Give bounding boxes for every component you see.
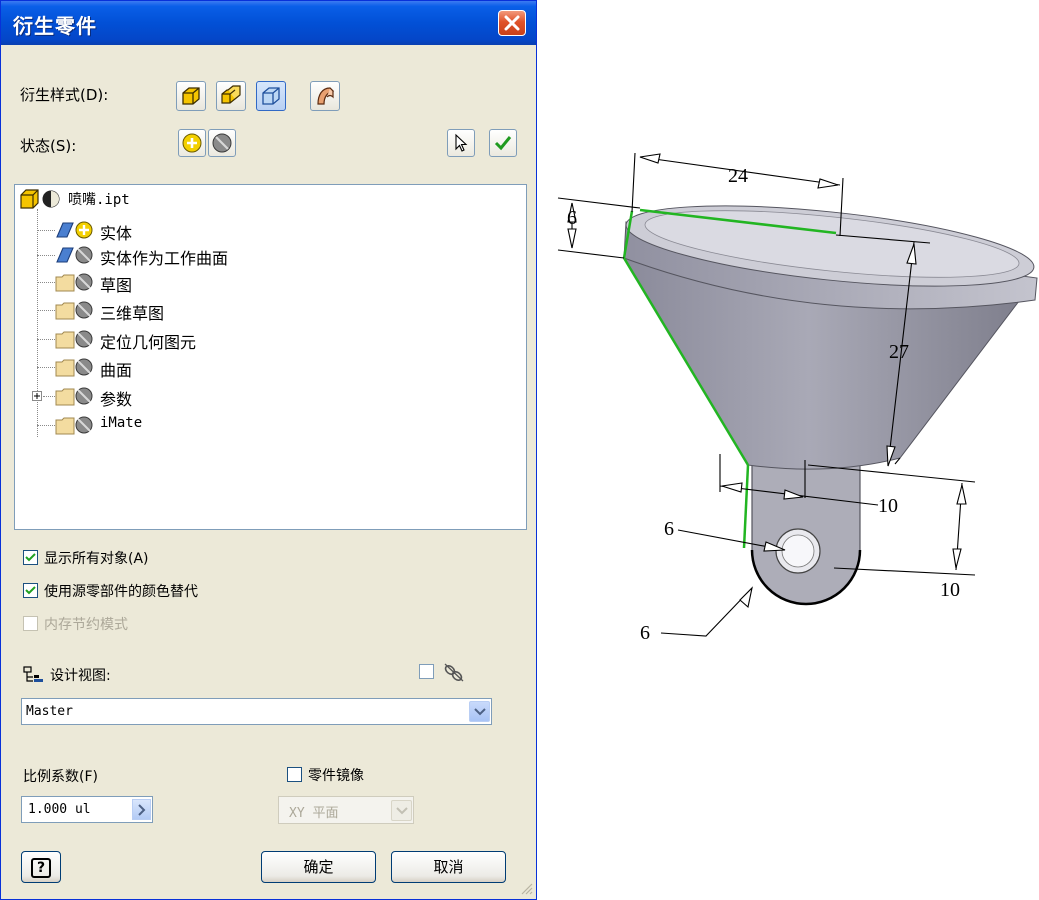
check-icon [494, 136, 512, 151]
surface-body-icon [262, 87, 280, 105]
derive-style-keep-seams-button[interactable] [216, 81, 246, 111]
solid-body-icon [56, 221, 93, 239]
derived-part-dialog: 衍生零件 衍生样式(D): 状态(S): 喷嘴.ipt 实体 实体作为工作曲面 … [0, 0, 537, 900]
cancel-button[interactable]: 取消 [391, 851, 506, 883]
tree-item-label: 曲面 [100, 361, 133, 380]
plus-icon [34, 393, 40, 399]
design-view-icon [23, 666, 43, 682]
mirror-plane-combo: XY 平面 [278, 796, 414, 824]
derive-style-composite-button[interactable] [310, 81, 340, 111]
ok-button[interactable]: 确定 [261, 851, 376, 883]
folder-icon [55, 358, 93, 377]
tree-item-label: 实体 [100, 224, 133, 243]
memory-saving-checkbox [23, 616, 38, 631]
close-button[interactable] [498, 10, 526, 36]
pointer-icon [455, 133, 468, 152]
composite-feature-icon [317, 87, 335, 105]
folder-icon [55, 330, 93, 349]
chevron-down-icon [396, 807, 408, 815]
tree-item-label: 草图 [100, 276, 133, 295]
derive-style-label: 衍生样式(D): [20, 86, 109, 104]
design-view-dropdown-button[interactable] [469, 701, 490, 722]
dim-text-6-hole: 6 [664, 518, 674, 540]
component-tree[interactable]: 喷嘴.ipt 实体 实体作为工作曲面 草图 三维草图 定位几何图元 曲面 参数 … [14, 184, 527, 530]
select-button[interactable] [447, 129, 475, 157]
mirror-plane-dropdown-button [391, 800, 412, 821]
scale-value: 1.000 ul [28, 802, 91, 817]
dialog-title: 衍生零件 [13, 14, 97, 38]
mirror-part-checkbox[interactable] [287, 767, 302, 782]
scale-input[interactable]: 1.000 ul [21, 796, 153, 823]
status-exclude-button[interactable] [208, 129, 236, 157]
apply-check-button[interactable] [489, 129, 517, 157]
dim-text-10-height: 10 [940, 579, 960, 601]
resize-grip-icon[interactable] [519, 881, 533, 895]
tree-item-label: 定位几何图元 [100, 333, 197, 352]
design-view-value: Master [26, 704, 73, 719]
dim-text-10-width: 10 [878, 495, 898, 517]
close-icon [504, 15, 520, 31]
show-all-checkbox[interactable] [23, 550, 38, 565]
help-icon: ? [31, 858, 51, 878]
exclude-icon [212, 133, 232, 153]
mirror-part-label: 零件镜像 [308, 768, 364, 784]
tree-item-label: 实体作为工作曲面 [100, 249, 229, 268]
tree-item-label: iMate [100, 415, 143, 431]
dim-text-27: 27 [889, 341, 909, 363]
scale-arrow-button[interactable] [132, 799, 151, 820]
design-view-label: 设计视图: [50, 668, 111, 684]
tree-item-label: 参数 [100, 390, 133, 409]
design-view-combo[interactable]: Master [21, 698, 492, 725]
status-include-button[interactable] [178, 129, 206, 157]
folder-icon [55, 273, 93, 292]
tree-expand-toggle[interactable] [32, 391, 42, 401]
tree-item-label: 三维草图 [100, 304, 165, 323]
check-mark-icon [25, 553, 36, 562]
dim-text-6-height: 6 [567, 207, 577, 229]
single-solid-icon [182, 87, 200, 105]
memory-saving-label: 内存节约模式 [44, 617, 128, 633]
dim-text-6-radius: 6 [640, 622, 650, 644]
part-file-icon [20, 189, 60, 209]
title-bar[interactable]: 衍生零件 [1, 1, 536, 45]
part-preview-drawing: 24 6 27 10 10 6 6 [557, 152, 1038, 644]
use-source-color-checkbox[interactable] [23, 583, 38, 598]
scale-label: 比例系数(F) [23, 769, 98, 785]
status-label: 状态(S): [20, 137, 77, 155]
show-all-label: 显示所有对象(A) [44, 551, 149, 567]
design-view-associative-checkbox[interactable] [419, 664, 434, 679]
nozzle-body [623, 205, 1038, 606]
folder-icon [55, 301, 93, 320]
dim-text-24: 24 [728, 165, 748, 187]
link-icon [444, 663, 464, 682]
mirror-plane-value: XY 平面 [289, 806, 339, 821]
use-source-color-label: 使用源零部件的颜色替代 [44, 584, 198, 600]
tree-root-label: 喷嘴.ipt [68, 192, 130, 208]
derive-style-single-solid-button[interactable] [176, 81, 206, 111]
surface-body-icon [56, 246, 93, 264]
check-mark-icon [25, 586, 36, 595]
chevron-right-icon [138, 804, 146, 816]
help-button[interactable]: ? [21, 851, 61, 883]
include-plus-icon [182, 133, 202, 153]
chevron-down-icon [474, 708, 486, 716]
folder-icon [55, 416, 93, 435]
keep-seams-icon [221, 85, 241, 104]
derive-style-surface-button[interactable] [256, 81, 286, 111]
folder-icon [55, 387, 93, 406]
